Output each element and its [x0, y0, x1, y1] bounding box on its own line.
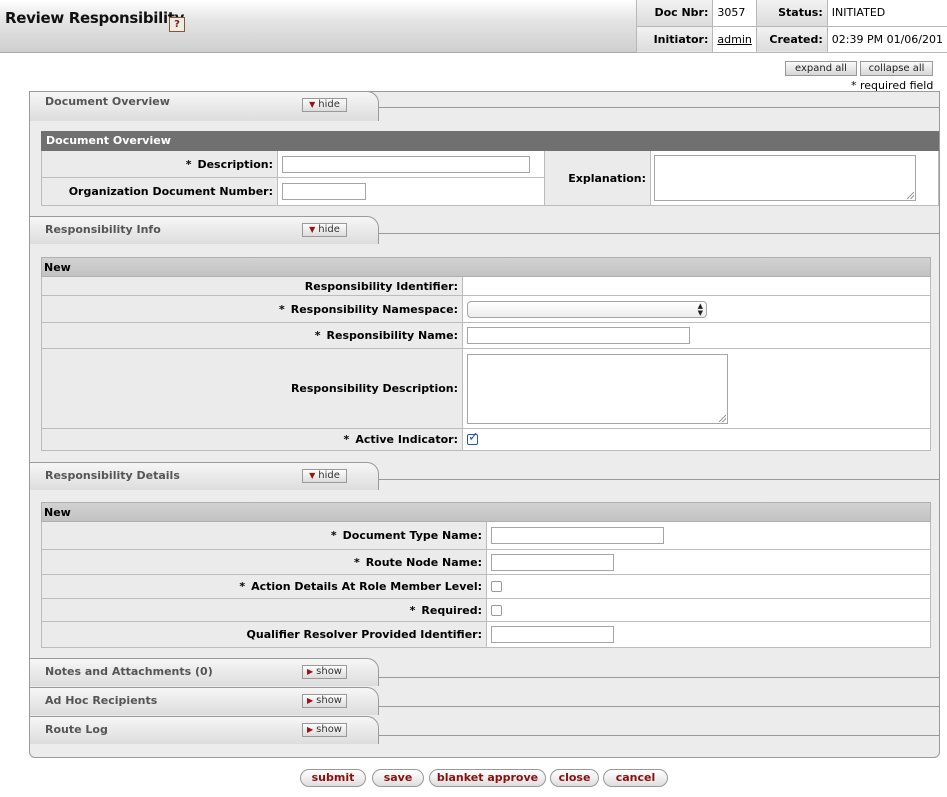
submit-button[interactable]: submit: [300, 769, 366, 787]
qualifier-resolver-input[interactable]: [491, 626, 614, 643]
responsibility-name-input[interactable]: [467, 327, 690, 344]
responsibility-details-subtitle: New: [41, 502, 931, 522]
responsibility-name-row: * Responsibility Name:: [41, 323, 931, 349]
required-checkbox[interactable]: [491, 604, 502, 616]
route-node-row: * Route Node Name:: [41, 550, 931, 575]
status-value: INITIATED: [826, 0, 947, 27]
active-indicator-row: * Active Indicator:: [41, 429, 931, 451]
responsibility-identifier-value: [463, 277, 930, 295]
org-doc-number-input[interactable]: [282, 183, 366, 200]
tab-responsibility-info-label: Responsibility Info: [45, 223, 161, 236]
route-node-label: Route Node Name:: [365, 555, 482, 569]
tab-document-overview-label: Document Overview: [45, 95, 170, 108]
action-details-label: Action Details At Role Member Level:: [251, 580, 482, 593]
doc-nbr-value: 3057: [712, 0, 757, 27]
document-type-row: * Document Type Name:: [41, 522, 931, 550]
tab-route-log-label: Route Log: [45, 723, 108, 736]
expand-all-button[interactable]: expand all: [785, 61, 857, 76]
description-label: Description:: [197, 157, 273, 171]
notes-attachments-show-button[interactable]: ▶ show: [302, 665, 347, 679]
document-type-input[interactable]: [491, 527, 664, 544]
responsibility-name-label: Responsibility Name:: [326, 329, 458, 342]
tab-responsibility-details-label: Responsibility Details: [45, 469, 180, 482]
action-details-row: * Action Details At Role Member Level:: [41, 575, 931, 599]
responsibility-info-subtitle: New: [41, 257, 931, 277]
created-value: 02:39 PM 01/06/201: [826, 26, 947, 53]
initiator-label: Initiator:: [635, 26, 713, 53]
close-button[interactable]: close: [550, 769, 599, 787]
adhoc-recipients-show-button[interactable]: ▶ show: [302, 694, 347, 708]
responsibility-description-label: Responsibility Description:: [42, 349, 463, 428]
created-label: Created:: [755, 26, 828, 53]
qualifier-resolver-row: Qualifier Resolver Provided Identifier:: [41, 622, 931, 648]
document-overview-form: * Description: Organization Document Numb…: [41, 151, 939, 206]
active-indicator-label: Active Indicator:: [355, 433, 458, 446]
status-label: Status:: [755, 0, 828, 27]
document-type-label: Document Type Name:: [342, 529, 482, 542]
responsibility-namespace-row: * Responsibility Namespace: ▲ ▼: [41, 296, 931, 323]
responsibility-details-hide-button[interactable]: ▼ hide: [302, 469, 347, 483]
explanation-textarea[interactable]: [654, 155, 916, 201]
triangle-right-icon: ▶: [306, 725, 314, 734]
responsibility-description-row: Responsibility Description:: [41, 349, 931, 429]
tab-notes-attachments-label: Notes and Attachments (0): [45, 665, 213, 678]
select-arrows-icon: ▲ ▼: [697, 301, 703, 317]
triangle-right-icon: ▶: [306, 696, 314, 705]
document-info-table: Doc Nbr: 3057 Status: INITIATED Initiato…: [635, 0, 947, 53]
doc-nbr-label: Doc Nbr:: [635, 0, 713, 27]
active-indicator-checkbox[interactable]: [467, 430, 479, 445]
collapse-all-button[interactable]: collapse all: [860, 61, 933, 76]
responsibility-namespace-select[interactable]: ▲ ▼: [467, 300, 707, 318]
required-label: Required:: [421, 603, 482, 617]
responsibility-namespace-label: Responsibility Namespace:: [290, 302, 458, 316]
route-node-input[interactable]: [491, 553, 614, 571]
action-details-checkbox[interactable]: [491, 581, 502, 592]
triangle-right-icon: ▶: [306, 667, 314, 676]
responsibility-identifier-row: Responsibility Identifier:: [41, 277, 931, 296]
header-bar: Review Responsibility ? Doc Nbr: 3057 St…: [0, 0, 947, 53]
save-button[interactable]: save: [372, 769, 424, 787]
triangle-down-icon: ▼: [309, 471, 316, 480]
triangle-down-icon: ▼: [309, 100, 316, 109]
blanket-approve-button[interactable]: blanket approve: [429, 769, 546, 787]
help-icon[interactable]: ?: [169, 17, 185, 32]
tab-adhoc-recipients-label: Ad Hoc Recipients: [45, 694, 158, 707]
responsibility-description-textarea[interactable]: [467, 353, 728, 424]
document-overview-section-title: Document Overview: [41, 131, 939, 151]
description-input[interactable]: [282, 155, 530, 173]
explanation-label: Explanation:: [545, 151, 651, 205]
cancel-button[interactable]: cancel: [603, 769, 668, 787]
responsibility-identifier-label: Responsibility Identifier:: [42, 277, 463, 295]
document-overview-hide-button[interactable]: ▼ hide: [302, 98, 347, 112]
org-doc-number-label: Organization Document Number:: [42, 178, 278, 205]
qualifier-resolver-label: Qualifier Resolver Provided Identifier:: [42, 622, 487, 647]
required-row: * Required:: [41, 599, 931, 622]
page-title: Review Responsibility: [5, 9, 185, 27]
responsibility-info-hide-button[interactable]: ▼ hide: [302, 223, 347, 237]
route-log-show-button[interactable]: ▶ show: [302, 723, 347, 737]
initiator-link[interactable]: admin: [717, 33, 751, 46]
triangle-down-icon: ▼: [309, 225, 316, 234]
